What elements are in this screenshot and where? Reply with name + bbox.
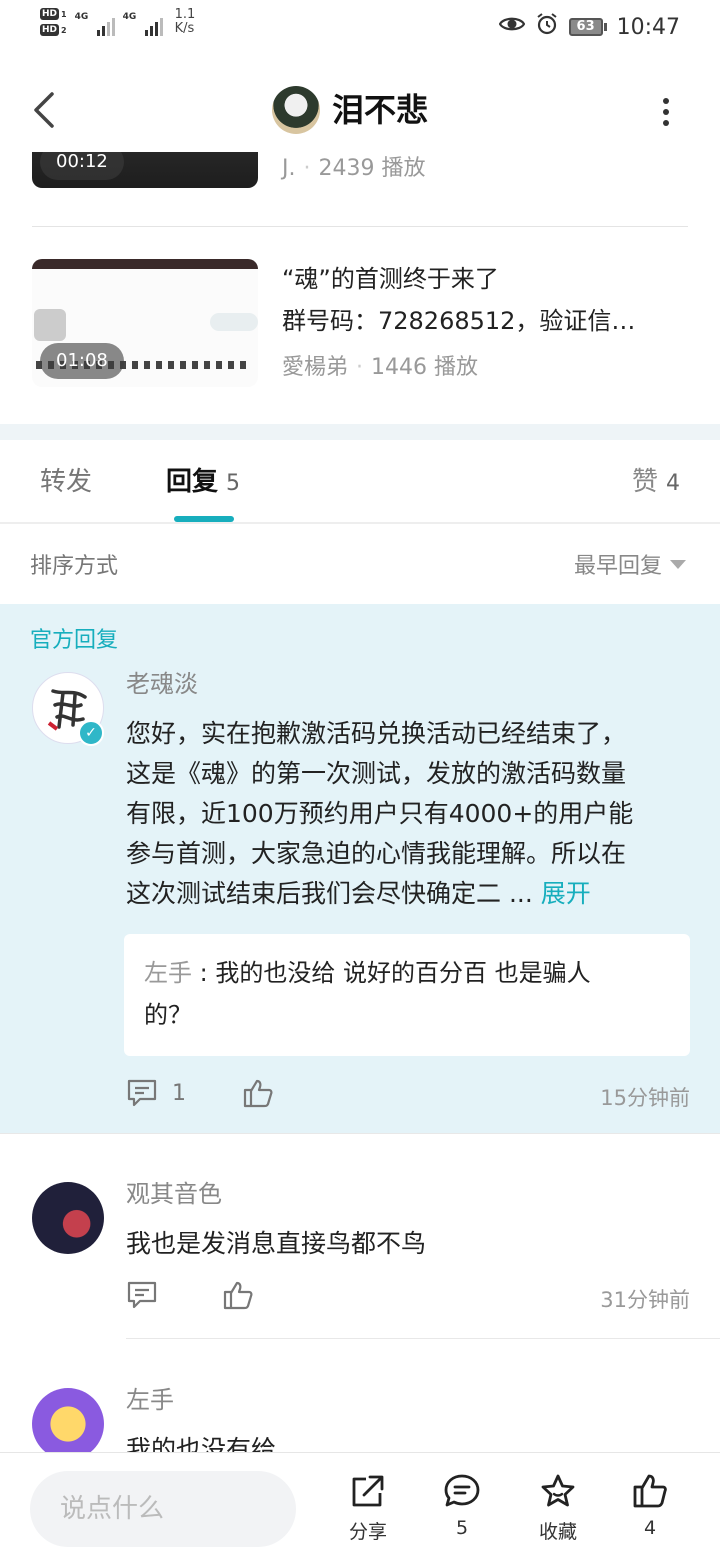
more-button[interactable] xyxy=(652,94,680,130)
comment-time: 31分钟前 xyxy=(600,1288,690,1312)
chevron-down-icon xyxy=(670,559,686,569)
battery-icon: 63 xyxy=(568,18,607,36)
verified-badge-icon: ✓ xyxy=(78,720,104,746)
signal-icon: 4G xyxy=(75,8,115,36)
signal-icon-2: 4G xyxy=(123,8,163,36)
comment-actions: 31分钟前 xyxy=(126,1280,690,1320)
section-gap xyxy=(0,424,720,440)
back-button[interactable] xyxy=(26,88,66,132)
related-video-list: 00:12 J. · 2439 播放 01:08 “魂”的首测终于来了 群号码：72… xyxy=(0,152,720,424)
clock: 10:47 xyxy=(616,14,680,40)
bottom-action-bar: 说点什么 分享 5 收藏 4 xyxy=(0,1452,720,1560)
share-button[interactable]: 分享 xyxy=(328,1473,408,1544)
status-right: 63 10:47 xyxy=(498,12,680,42)
video-thumbnail[interactable]: 01:08 xyxy=(32,259,258,387)
video-meta: J. · 2439 播放 xyxy=(282,156,426,181)
status-bar: HD 1 HD 2 4G 4G 1.1 K/s 63 10:47 xyxy=(0,0,720,56)
comment-text: 我也是发消息直接鸟都不鸟 xyxy=(126,1229,427,1258)
comment-input[interactable]: 说点什么 xyxy=(30,1471,296,1547)
user-avatar[interactable] xyxy=(32,1182,104,1254)
video-meta: 愛楊弟 · 1446 播放 xyxy=(282,355,478,380)
hd1-icon: HD 1 xyxy=(40,8,67,20)
tab-indicator xyxy=(174,516,234,522)
comment-icon xyxy=(127,1281,157,1309)
comment-username[interactable]: 左手 xyxy=(126,1384,174,1416)
like-button[interactable] xyxy=(222,1280,254,1310)
like-button[interactable] xyxy=(242,1078,274,1108)
like-button[interactable]: 4 xyxy=(610,1473,690,1539)
video-duration: 00:12 xyxy=(40,152,124,180)
comment-username[interactable]: 观其音色 xyxy=(126,1178,222,1210)
official-reply: 官方回复 ✓ 老魂淡 您好，实在抱歉激活码兑换活动已经结束了， 这是《魂》的第一… xyxy=(0,604,720,1134)
comment-username[interactable]: 老魂淡 xyxy=(126,668,198,700)
video-item[interactable]: 01:08 “魂”的首测终于来了 群号码：728268512，验证信… 愛楊弟 ·… xyxy=(0,259,720,389)
author-avatar[interactable] xyxy=(272,86,320,134)
sort-dropdown[interactable]: 最早回复 xyxy=(574,548,686,580)
comments-button[interactable]: 5 xyxy=(422,1473,502,1539)
favorite-button[interactable]: 收藏 xyxy=(518,1473,598,1544)
official-reply-label: 官方回复 xyxy=(30,628,119,653)
divider xyxy=(126,1338,720,1339)
sort-bar: 排序方式 最早回复 xyxy=(0,526,720,604)
quoted-reply[interactable]: 左手 : 我的也没给 说好的百分百 也是骗人 的？ xyxy=(124,934,690,1056)
more-icon xyxy=(663,98,669,104)
expand-link[interactable]: 展开 xyxy=(541,879,591,908)
net-speed: 1.1 K/s xyxy=(174,7,196,36)
eye-icon xyxy=(498,14,525,40)
tab-reply[interactable]: 回复 5 xyxy=(166,462,240,504)
tab-forward[interactable]: 转发 xyxy=(40,462,92,502)
divider xyxy=(32,226,688,227)
thumbs-up-icon xyxy=(223,1281,253,1310)
thumbs-up-icon xyxy=(243,1079,273,1108)
tab-like[interactable]: 赞4 xyxy=(632,462,680,504)
sort-label: 排序方式 xyxy=(30,554,119,579)
video-thumbnail[interactable]: 00:12 xyxy=(32,152,258,188)
quote-author[interactable]: 左手 xyxy=(144,959,192,987)
hd2-icon: HD 2 xyxy=(40,24,67,36)
comment-icon xyxy=(127,1079,157,1107)
tab-bar: 转发 回复 5 赞4 xyxy=(0,440,720,524)
divider xyxy=(0,1133,720,1134)
star-icon xyxy=(541,1474,575,1507)
video-description: 群号码：728268512，验证信… xyxy=(282,307,636,335)
reply-button[interactable]: 1 xyxy=(126,1078,186,1108)
video-item[interactable]: 00:12 J. · 2439 播放 xyxy=(0,152,720,190)
comment-time: 15分钟前 xyxy=(600,1086,690,1110)
comment-actions: 1 15分钟前 xyxy=(126,1078,690,1118)
top-nav: 泪不悲 xyxy=(0,70,720,150)
hd-indicators: HD 1 HD 2 xyxy=(40,8,67,36)
page-title: 泪不悲 xyxy=(332,91,429,129)
video-title: “魂”的首测终于来了 xyxy=(282,265,499,293)
share-icon xyxy=(352,1475,384,1507)
back-icon xyxy=(34,92,54,128)
reply-button[interactable] xyxy=(126,1280,158,1310)
alarm-icon xyxy=(535,12,559,42)
comment-bubble-icon xyxy=(444,1474,480,1507)
user-avatar[interactable] xyxy=(32,1388,104,1460)
video-duration: 01:08 xyxy=(40,343,124,379)
thumbs-up-icon xyxy=(633,1474,667,1508)
comment-text: 您好，实在抱歉激活码兑换活动已经结束了， 这是《魂》的第一次测试，发放的激活码数… xyxy=(126,719,634,908)
status-left: HD 1 HD 2 4G 4G 1.1 K/s xyxy=(40,8,195,36)
